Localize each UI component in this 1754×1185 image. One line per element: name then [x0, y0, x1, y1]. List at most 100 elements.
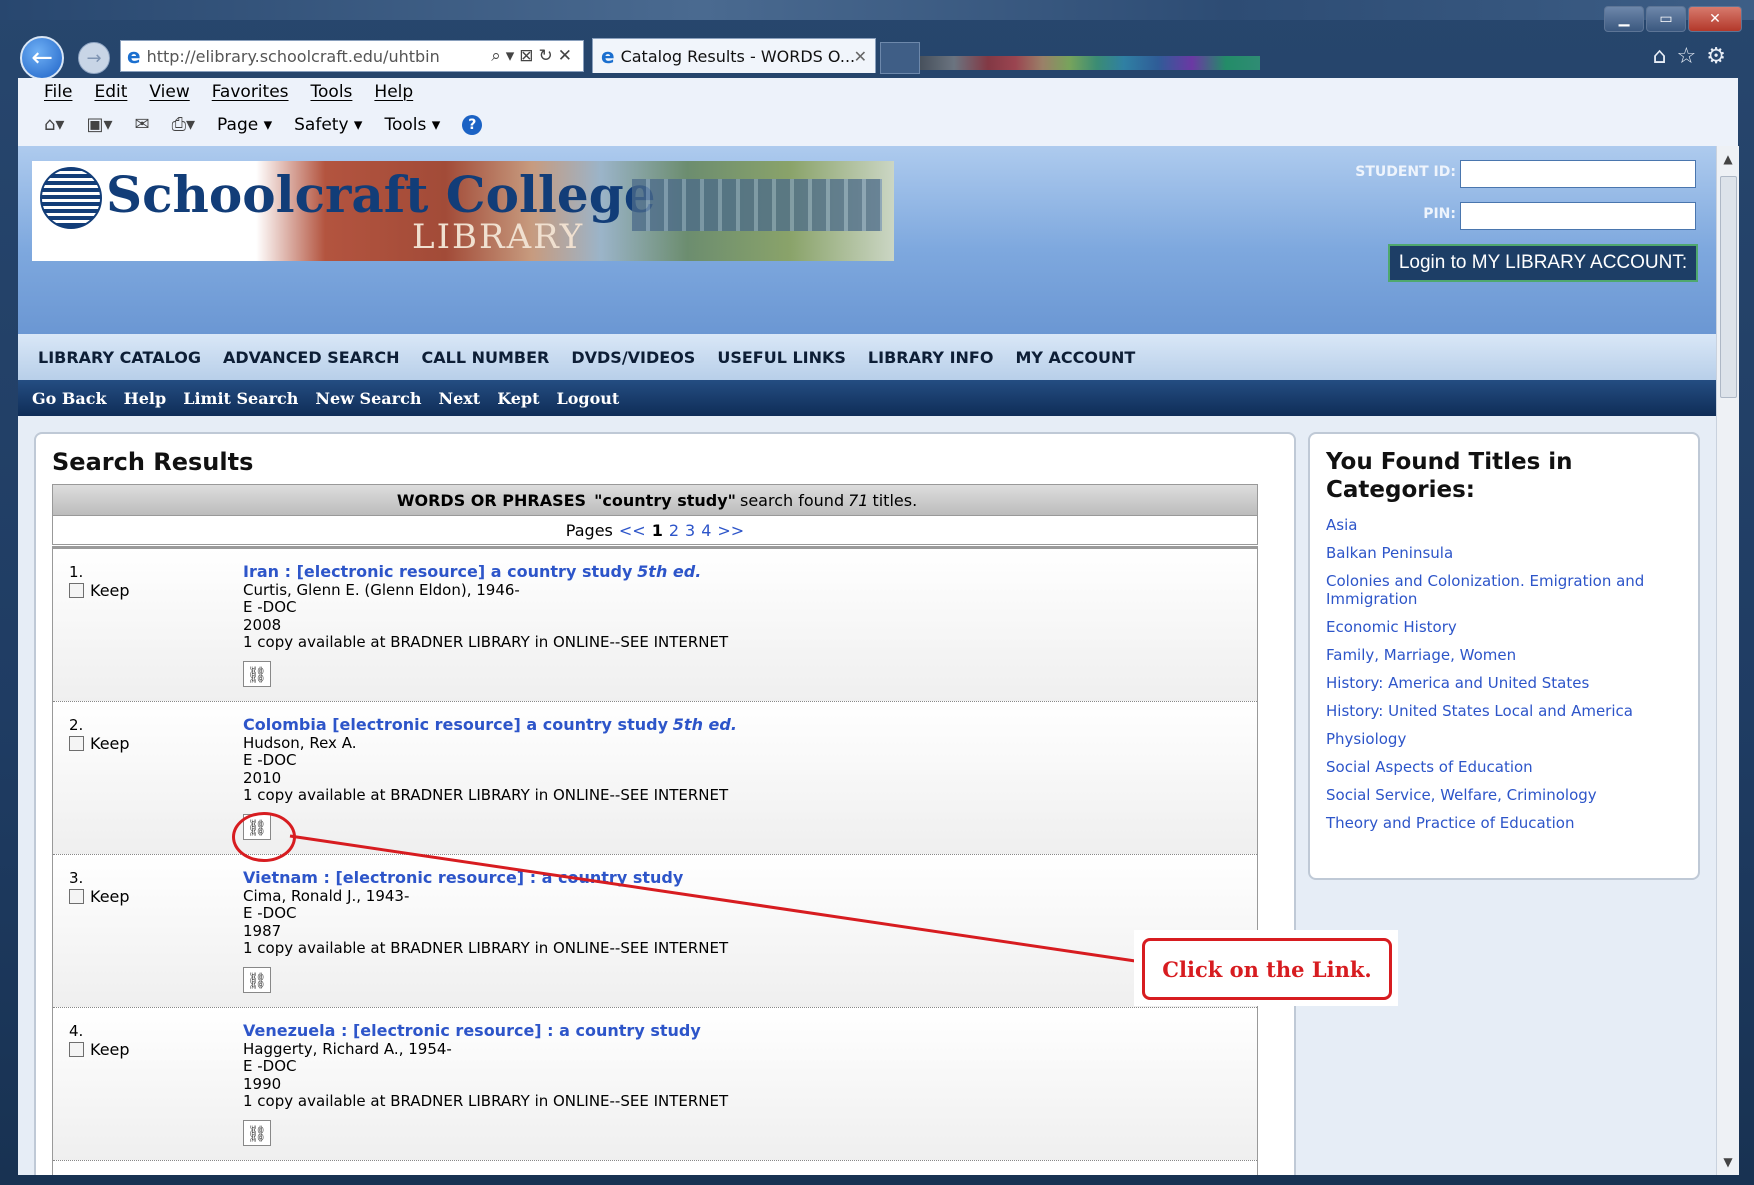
nav-useful-links[interactable]: USEFUL LINKS	[717, 348, 846, 367]
library-banner[interactable]: Schoolcraft College LIBRARY	[32, 161, 894, 261]
category-link[interactable]: Economic History	[1326, 614, 1682, 642]
student-id-input[interactable]	[1460, 160, 1696, 188]
result-year: 2008	[243, 615, 282, 634]
page-3-link[interactable]: 3	[685, 521, 695, 540]
nav-library-catalog[interactable]: LIBRARY CATALOG	[38, 348, 201, 367]
tab-title: Catalog Results - WORDS O...	[620, 46, 856, 66]
scroll-up-icon[interactable]: ▲	[1717, 148, 1739, 170]
new-tab-button[interactable]	[880, 42, 920, 74]
browser-tab[interactable]: e Catalog Results - WORDS O... ✕	[592, 38, 876, 73]
nav-library-info[interactable]: LIBRARY INFO	[868, 348, 994, 367]
page-command[interactable]: Page ▾	[217, 115, 272, 135]
home-icon[interactable]: ⌂	[1653, 44, 1677, 69]
keep-control[interactable]: Keep	[69, 1040, 130, 1059]
subnav-new-search[interactable]: New Search	[315, 389, 421, 408]
gear-icon[interactable]: ⚙	[1706, 44, 1736, 69]
keep-control[interactable]: Keep	[69, 581, 130, 600]
login-button[interactable]: Login to MY LIBRARY ACCOUNT:	[1388, 244, 1698, 282]
scroll-thumb[interactable]	[1720, 176, 1737, 398]
maximize-button[interactable]: ▭	[1646, 6, 1686, 32]
result-title-link[interactable]: Iran : [electronic resource] a country s…	[243, 562, 632, 581]
menu-help[interactable]: Help	[374, 82, 413, 102]
category-link[interactable]: Family, Marriage, Women	[1326, 642, 1682, 670]
result-title-link[interactable]: Vietnam : [electronic resource] : a coun…	[243, 868, 683, 887]
category-link[interactable]: History: America and United States	[1326, 670, 1682, 698]
category-link[interactable]: History: United States Local and America	[1326, 698, 1682, 726]
result-year: 1990	[243, 1074, 282, 1093]
nav-advanced-search[interactable]: ADVANCED SEARCH	[223, 348, 400, 367]
keep-control[interactable]: Keep	[69, 734, 130, 753]
results-heading: Search Results	[52, 448, 254, 476]
nav-call-number[interactable]: CALL NUMBER	[422, 348, 550, 367]
ie-icon: e	[127, 44, 141, 68]
sub-nav: Go Back Help Limit Search New Search Nex…	[18, 380, 1716, 416]
mail-icon[interactable]: ✉	[135, 114, 150, 135]
result-item: 3. Keep Vietnam : [electronic resource] …	[53, 855, 1257, 1008]
result-edition[interactable]: 5th ed.	[673, 715, 737, 734]
menu-favorites[interactable]: Favorites	[212, 82, 289, 102]
result-type: E -DOC	[243, 904, 297, 922]
result-edition[interactable]: 5th ed.	[637, 562, 701, 581]
keep-checkbox[interactable]	[69, 889, 84, 904]
category-link[interactable]: Social Service, Welfare, Criminology	[1326, 782, 1682, 810]
subnav-kept[interactable]: Kept	[497, 389, 539, 408]
pages-current: 1	[651, 520, 663, 540]
close-tab-icon[interactable]: ✕	[854, 47, 867, 66]
categories-panel: You Found Titles in Categories: Asia Bal…	[1308, 432, 1700, 880]
minimize-button[interactable]: ▁	[1604, 6, 1644, 32]
subnav-limit-search[interactable]: Limit Search	[183, 389, 298, 408]
pages-prev[interactable]: <<	[619, 521, 646, 540]
back-button[interactable]: ←	[20, 36, 64, 80]
result-number: 3.	[69, 869, 84, 887]
site-header: Schoolcraft College LIBRARY STUDENT ID: …	[18, 146, 1716, 334]
print-icon[interactable]: ⎙▾	[172, 114, 195, 135]
page-viewport: Schoolcraft College LIBRARY STUDENT ID: …	[18, 146, 1716, 1175]
safety-command[interactable]: Safety ▾	[294, 115, 362, 135]
result-title-link[interactable]: Colombia [electronic resource] a country…	[243, 715, 668, 734]
subnav-next[interactable]: Next	[438, 389, 480, 408]
subnav-help[interactable]: Help	[124, 389, 167, 408]
close-window-button[interactable]: ✕	[1688, 6, 1742, 32]
category-link[interactable]: Social Aspects of Education	[1326, 754, 1682, 782]
subnav-go-back[interactable]: Go Back	[32, 389, 107, 408]
category-link[interactable]: Physiology	[1326, 726, 1682, 754]
online-link-icon[interactable]: ⛓	[243, 661, 271, 687]
pages-next[interactable]: >>	[717, 521, 744, 540]
category-link[interactable]: Colonies and Colonization. Emigration an…	[1326, 568, 1682, 614]
feeds-icon[interactable]: ▣▾	[86, 114, 112, 135]
help-icon[interactable]: ?	[462, 114, 483, 135]
online-link-icon[interactable]: ⛓	[243, 1120, 271, 1146]
online-link-icon[interactable]: ⛓	[243, 967, 271, 993]
category-link[interactable]: Asia	[1326, 512, 1682, 540]
menu-bar: File Edit View Favorites Tools Help ⌂▾ ▣…	[18, 78, 1738, 147]
home-command-icon[interactable]: ⌂▾	[44, 114, 64, 135]
top-nav: LIBRARY CATALOG ADVANCED SEARCH CALL NUM…	[18, 334, 1716, 380]
category-link[interactable]: Balkan Peninsula	[1326, 540, 1682, 568]
nav-my-account[interactable]: MY ACCOUNT	[1015, 348, 1135, 367]
keep-checkbox[interactable]	[69, 1042, 84, 1057]
page-2-link[interactable]: 2	[669, 521, 679, 540]
result-info: Iran : [electronic resource] a country s…	[243, 563, 728, 652]
scroll-down-icon[interactable]: ▼	[1717, 1151, 1739, 1173]
menu-view[interactable]: View	[149, 82, 189, 102]
forward-button[interactable]: →	[78, 42, 110, 74]
address-controls-icon[interactable]: ⌕▾⊠↻✕	[491, 46, 577, 66]
menu-tools[interactable]: Tools	[311, 82, 353, 102]
nav-dvds-videos[interactable]: DVDS/VIDEOS	[571, 348, 695, 367]
category-link[interactable]: Theory and Practice of Education	[1326, 810, 1682, 838]
favorites-star-icon[interactable]: ☆	[1677, 44, 1707, 69]
result-title-link[interactable]: Venezuela : [electronic resource] : a co…	[243, 1021, 701, 1040]
student-id-label: STUDENT ID:	[1355, 164, 1456, 180]
address-bar[interactable]: e http://elibrary.schoolcraft.edu/uhtbin…	[120, 40, 584, 72]
result-availability: 1 copy available at BRADNER LIBRARY in O…	[243, 786, 729, 804]
menu-edit[interactable]: Edit	[94, 82, 127, 102]
tools-command[interactable]: Tools ▾	[384, 115, 440, 135]
subnav-logout[interactable]: Logout	[557, 389, 620, 408]
menu-file[interactable]: File	[44, 82, 72, 102]
keep-checkbox[interactable]	[69, 736, 84, 751]
pin-input[interactable]	[1460, 202, 1696, 230]
vertical-scrollbar[interactable]: ▲ ▼	[1716, 146, 1739, 1175]
page-4-link[interactable]: 4	[701, 521, 711, 540]
keep-control[interactable]: Keep	[69, 887, 130, 906]
keep-checkbox[interactable]	[69, 583, 84, 598]
